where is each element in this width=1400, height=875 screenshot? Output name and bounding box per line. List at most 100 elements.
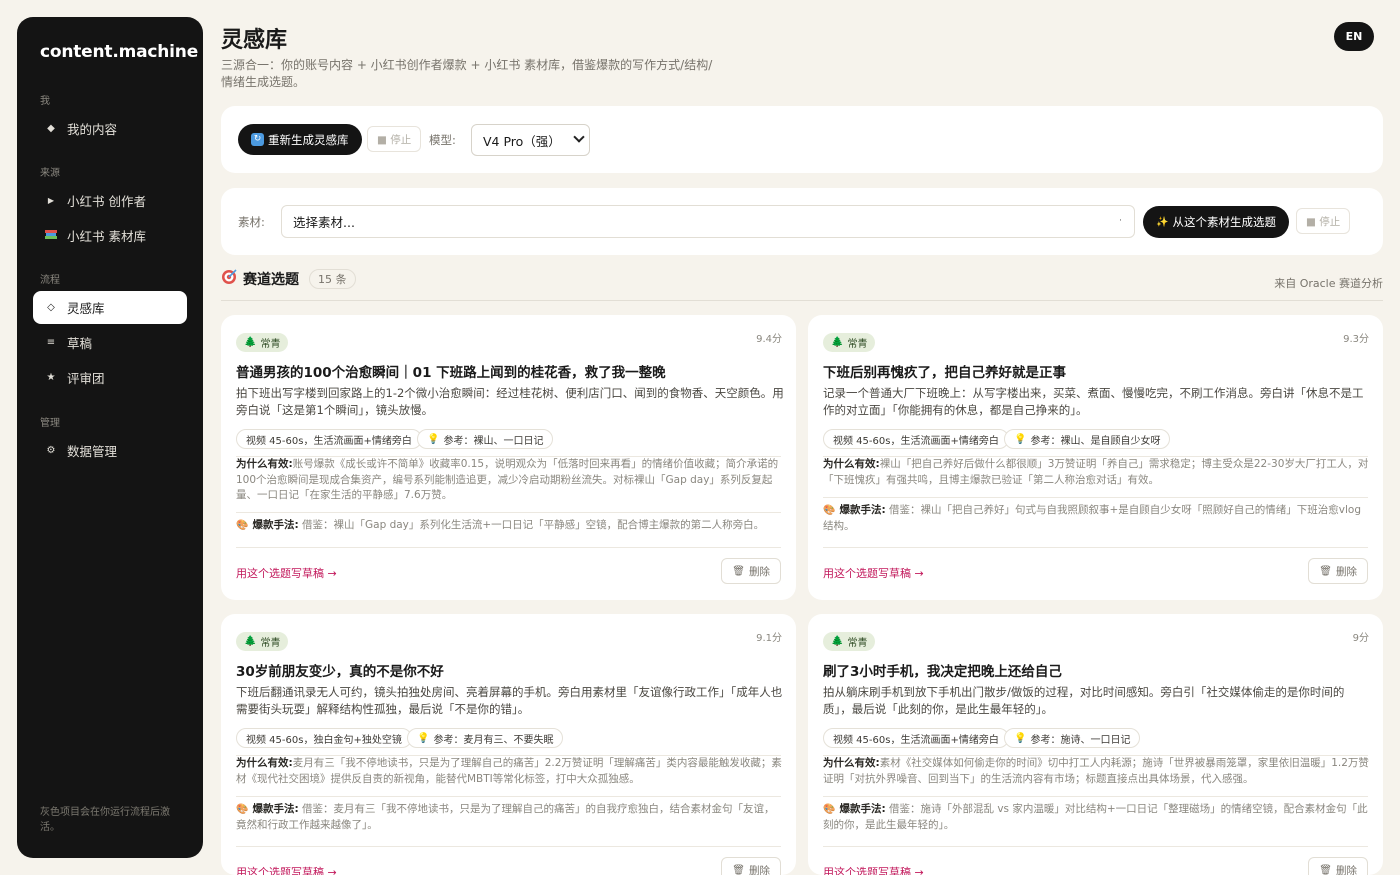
- divider: [823, 796, 1368, 797]
- use-topic-link[interactable]: 用这个选题写草稿 →: [236, 565, 337, 581]
- sidebar-item-review[interactable]: ★ 评审团: [33, 361, 187, 394]
- reference-label: 参考：裸山、是自顾自少女呀: [1030, 435, 1161, 447]
- reference-chip: 💡 参考：麦月有三、不要失眠: [407, 728, 564, 748]
- regenerate-label: 重新生成灵感库: [268, 132, 349, 147]
- topic-description: 记录一个普通大厂下班晚上：从写字楼出来，买菜、煮面、慢慢吃完，不刷工作消息。旁白…: [823, 386, 1364, 417]
- boom-label: 爆款手法:: [839, 504, 886, 516]
- sidebar: content.machine 我 ◆ 我的内容 来源 ▶ 小红书 创作者 小红…: [17, 17, 203, 858]
- format-chip: 视频 45-60s，独白金句+独处空镜: [236, 728, 412, 748]
- palette-icon: 🎨: [236, 804, 249, 815]
- language-toggle-button[interactable]: EN: [1334, 22, 1374, 51]
- tree-icon: 🌲: [244, 636, 257, 647]
- reference-label: 参考：麦月有三、不要失眠: [433, 734, 554, 746]
- sidebar-item-inspiration[interactable]: ◇ 灵感库: [33, 291, 187, 324]
- palette-icon: 🎨: [823, 505, 836, 516]
- why-text: 素材《社交媒体如何偷走你的时间》切中打工人内耗源；施诗「世界被暴雨笼罩，家里依旧…: [823, 757, 1369, 785]
- section-header: 赛道选题 15 条: [221, 268, 356, 289]
- score: 9.4分: [756, 334, 782, 345]
- why-text: 麦月有三「我不停地读书，只是为了理解自己的痛苦」2.2万赞证明「理解痛苦」类内容…: [236, 757, 782, 785]
- generate-panel: ↻ 重新生成灵感库 ■ 停止 模型: V4 Pro（强）: [221, 106, 1383, 173]
- section-title: 赛道选题: [243, 271, 299, 288]
- palette-icon: 🎨: [823, 804, 836, 815]
- divider: [823, 547, 1368, 548]
- model-value: V4 Pro（强）: [483, 133, 561, 149]
- score: 9分: [1352, 633, 1369, 644]
- sidebar-item-label: 灵感库: [67, 301, 105, 316]
- sidebar-item-data-manage[interactable]: ⚙ 数据管理: [33, 434, 187, 467]
- reference-chip: 💡 参考：裸山、一口日记: [417, 429, 554, 449]
- evergreen-badge: 🌲 常青: [236, 333, 289, 352]
- evergreen-badge: 🌲 常青: [823, 632, 876, 651]
- tree-icon: 🌲: [244, 337, 257, 348]
- play-icon: ▶: [47, 196, 55, 205]
- delete-button[interactable]: 🗑 删除: [1308, 558, 1368, 584]
- list-icon: ≡: [46, 337, 56, 348]
- delete-label: 删除: [1336, 864, 1357, 875]
- sidebar-item-xhs-creator[interactable]: ▶ 小红书 创作者: [33, 184, 187, 217]
- sidebar-item-label: 数据管理: [67, 444, 118, 459]
- sidebar-item-xhs-library[interactable]: 小红书 素材库: [33, 219, 187, 252]
- section-label-me: 我: [40, 96, 50, 107]
- model-select[interactable]: V4 Pro（强）: [471, 124, 590, 156]
- boom-text: 借鉴：施诗「外部混乱 vs 家内温暖」对比结构+一口日记「整理磁场」的情绪空镜，…: [823, 803, 1368, 831]
- reference-chip: 💡 参考：裸山、是自顾自少女呀: [1004, 429, 1171, 449]
- divider: [236, 796, 781, 797]
- material-stop-button[interactable]: ■ 停止: [1296, 208, 1351, 234]
- sidebar-item-label: 草稿: [67, 336, 93, 351]
- topic-description: 拍下班出写字楼到回家路上的1-2个微小治愈瞬间：经过桂花树、便利店门口、闻到的食…: [236, 386, 784, 417]
- divider: [221, 300, 1383, 301]
- use-topic-link[interactable]: 用这个选题写草稿 →: [236, 864, 337, 875]
- sidebar-item-label: 评审团: [67, 371, 105, 386]
- evergreen-badge: 🌲 常青: [236, 632, 289, 651]
- score: 9.3分: [1343, 334, 1369, 345]
- delete-button[interactable]: 🗑 删除: [721, 558, 781, 584]
- tag-label: 常青: [847, 638, 868, 649]
- viral-technique: 🎨 爆款手法: 借鉴：施诗「外部混乱 vs 家内温暖」对比结构+一口日记「整理磁场…: [823, 802, 1371, 833]
- topic-description: 下班后翻通讯录无人可约，镜头拍独处房间、亮着屏幕的手机。旁白用素材里「友谊像行政…: [236, 685, 783, 716]
- books-icon: [45, 229, 57, 243]
- dot-icon: ·: [1119, 216, 1122, 226]
- why-label: 为什么有效:: [823, 458, 880, 470]
- boom-label: 爆款手法:: [839, 803, 886, 815]
- sidebar-item-label: 小红书 创作者: [67, 194, 146, 209]
- format-chip: 视频 45-60s，生活流画面+情绪旁白: [236, 429, 422, 449]
- delete-button[interactable]: 🗑 删除: [721, 857, 781, 875]
- use-topic-link[interactable]: 用这个选题写草稿 →: [823, 864, 924, 875]
- model-label: 模型:: [429, 133, 456, 147]
- topic-title: 刷了3小时手机，我决定把晚上还给自己: [823, 664, 1062, 680]
- sidebar-item-my-content[interactable]: ◆ 我的内容: [33, 112, 187, 145]
- section-label-source: 来源: [40, 168, 60, 179]
- lightbulb-icon: 💡: [427, 433, 440, 445]
- boom-text: 借鉴：裸山「把自己养好」句式与自我照顾叙事+是自顾自少女呀「照顾好自己的情绪」下…: [823, 504, 1362, 532]
- viral-technique: 🎨 爆款手法: 借鉴：裸山「Gap day」系列化生活流+一口日记「平静感」空镜，…: [236, 518, 784, 534]
- topic-title: 普通男孩的100个治愈瞬间｜01 下班路上闻到的桂花香，救了我一整晚: [236, 365, 666, 381]
- sidebar-item-drafts[interactable]: ≡ 草稿: [33, 326, 187, 359]
- topic-card: 🌲 常青 9分 刷了3小时手机，我决定把晚上还给自己 拍从躺床刷手机到放下手机出门…: [808, 614, 1383, 875]
- tree-icon: 🌲: [831, 337, 844, 348]
- boom-text: 借鉴：麦月有三「我不停地读书，只是为了理解自己的痛苦」的自我疗愈独白，结合素材金…: [236, 803, 775, 831]
- generate-from-material-button[interactable]: ✨ 从这个素材生成选题: [1143, 206, 1289, 238]
- delete-label: 删除: [1336, 565, 1357, 578]
- stop-button[interactable]: ■ 停止: [367, 126, 422, 152]
- material-select[interactable]: 选择素材... ·: [281, 205, 1135, 238]
- regenerate-button[interactable]: ↻ 重新生成灵感库: [238, 124, 362, 155]
- target-icon: [221, 268, 238, 289]
- tag-label: 常青: [260, 638, 281, 649]
- topic-title: 下班后别再愧疚了，把自己养好就是正事: [823, 365, 1066, 381]
- divider: [236, 846, 781, 847]
- gear-icon: ⚙: [46, 445, 56, 456]
- delete-button[interactable]: 🗑 删除: [1308, 857, 1368, 875]
- why-label: 为什么有效:: [823, 757, 880, 769]
- section-label-manage: 管理: [40, 418, 60, 429]
- topic-card: 🌲 常青 9.4分 普通男孩的100个治愈瞬间｜01 下班路上闻到的桂花香，救了我…: [221, 315, 796, 600]
- topic-card: 🌲 常青 9.1分 30岁前朋友变少，真的不是你不好 下班后翻通讯录无人可约，镜头…: [221, 614, 796, 875]
- diamond-icon: ◆: [47, 123, 55, 134]
- trash-icon: 🗑: [1319, 864, 1332, 875]
- reference-label: 参考：施诗、一口日记: [1030, 734, 1131, 746]
- divider: [236, 512, 781, 513]
- sparkles-icon: ✨: [1156, 216, 1169, 228]
- boom-label: 爆款手法:: [252, 803, 299, 815]
- boom-label: 爆款手法:: [252, 519, 299, 531]
- use-topic-link[interactable]: 用这个选题写草稿 →: [823, 565, 924, 581]
- why-text: 裸山「把自己养好后做什么都很顺」3万赞证明「养自己」需求稳定；博主受众是22-3…: [823, 458, 1369, 486]
